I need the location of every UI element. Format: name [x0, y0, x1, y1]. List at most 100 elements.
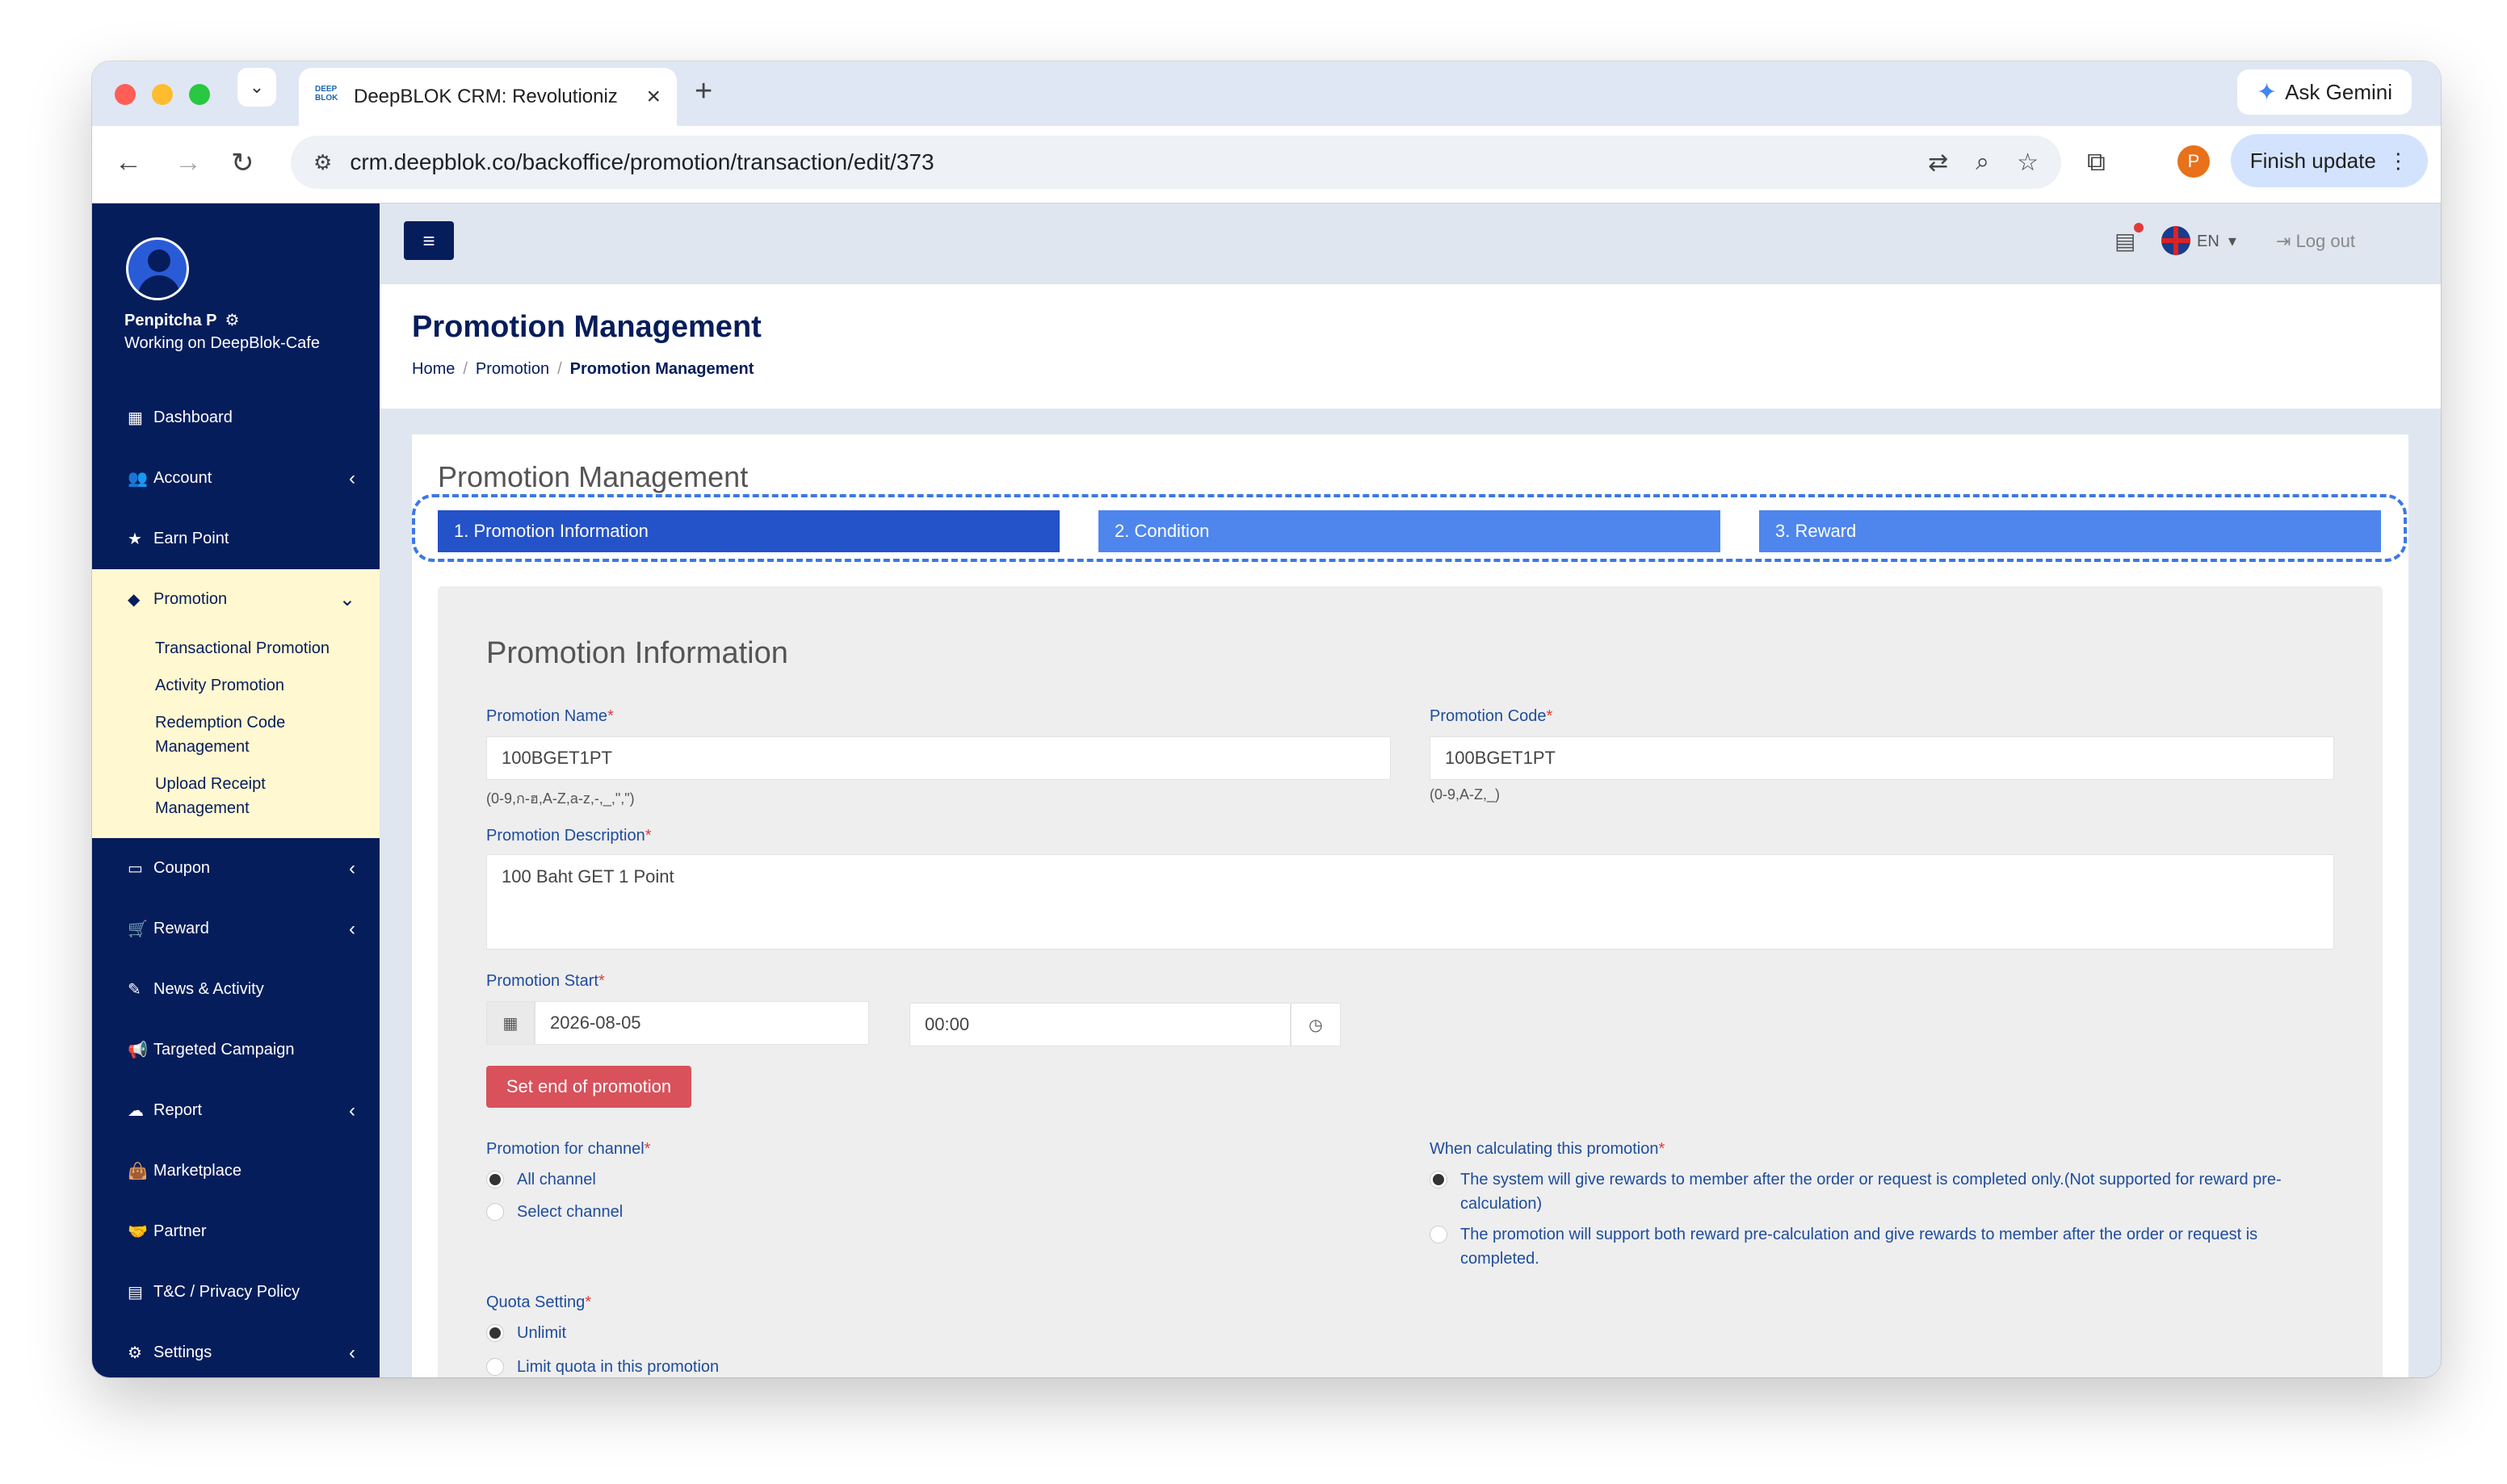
radio-label: The promotion will support both reward p…: [1460, 1226, 2258, 1268]
sidebar-item-partner[interactable]: 🤝 Partner: [92, 1201, 380, 1262]
promotion-description-label-text: Promotion Description: [486, 827, 645, 845]
calculation-label-text: When calculating this promotion: [1430, 1140, 1659, 1158]
promotion-code-input[interactable]: 100BGET1PT: [1430, 736, 2334, 780]
breadcrumb-promotion[interactable]: Promotion: [476, 360, 549, 378]
sidebar-item-marketplace[interactable]: 👜 Marketplace: [92, 1141, 380, 1201]
back-arrow-icon[interactable]: ←: [115, 147, 142, 178]
submenu-item-redemption-code[interactable]: Redemption Code Management: [92, 704, 380, 765]
submenu-item-activity-promotion[interactable]: Activity Promotion: [92, 667, 380, 704]
bookmark-star-icon[interactable]: ☆: [2017, 149, 2039, 177]
radio-calc-after-completion[interactable]: The system will give rewards to member a…: [1430, 1167, 2326, 1216]
breadcrumb-home[interactable]: Home: [412, 360, 455, 378]
calculation-label: When calculating this promotion*: [1430, 1140, 1665, 1158]
new-tab-button[interactable]: +: [695, 74, 712, 109]
sidebar-item-label: T&C / Privacy Policy: [153, 1283, 300, 1301]
site-info-icon[interactable]: ⚙: [313, 150, 332, 175]
profile-avatar[interactable]: P: [2177, 145, 2210, 178]
sidebar-item-reward[interactable]: 🛒 Reward ‹: [92, 899, 380, 959]
user-settings-gear-icon[interactable]: ⚙: [225, 312, 239, 329]
extensions-puzzle-icon[interactable]: ⧉: [2087, 147, 2106, 178]
sidebar-item-label: Marketplace: [153, 1162, 241, 1180]
step-condition[interactable]: 2. Condition: [1098, 510, 1720, 552]
radio-quota-limit[interactable]: Limit quota in this promotion: [486, 1355, 719, 1377]
radio-all-channel[interactable]: All channel: [486, 1167, 596, 1192]
sidebar-item-label: Account: [153, 469, 212, 487]
language-selector[interactable]: EN ▾: [2197, 231, 2236, 251]
zoom-icon[interactable]: ⌕: [1976, 149, 1989, 176]
user-avatar[interactable]: [126, 237, 189, 300]
newspaper-icon[interactable]: ▤: [2114, 223, 2144, 254]
url-text[interactable]: crm.deepblok.co/backoffice/promotion/tra…: [350, 149, 1900, 175]
sidebar-menu: ▦ Dashboard 👥 Account ‹ ★ Earn Point ◆ Promot…: [92, 388, 380, 1377]
promotion-start-label: Promotion Start*: [486, 972, 605, 990]
sidebar-item-targeted-campaign[interactable]: 📢 Targeted Campaign: [92, 1020, 380, 1080]
minimize-window-button[interactable]: [152, 84, 173, 105]
sidebar-item-promotion[interactable]: ◆ Promotion ⌄: [92, 569, 380, 630]
radio-quota-unlimit[interactable]: Unlimit: [486, 1321, 566, 1345]
sidebar-item-account[interactable]: 👥 Account ‹: [92, 448, 380, 509]
sidebar-item-label: Report: [153, 1101, 203, 1119]
radio-label: Limit quota in this promotion: [517, 1358, 720, 1376]
edit-icon: ✎: [128, 981, 141, 999]
reload-icon[interactable]: ↻: [231, 147, 254, 179]
sidebar-item-settings[interactable]: ⚙ Settings ‹: [92, 1323, 380, 1377]
main-area: ≡ ▤ EN ▾ ⇥ Log out Promotion Management …: [380, 203, 2441, 1377]
promotion-name-input[interactable]: 100BGET1PT: [486, 736, 1391, 780]
address-bar[interactable]: ⚙ crm.deepblok.co/backoffice/promotion/t…: [291, 136, 2061, 189]
submenu-item-transactional-promotion[interactable]: Transactional Promotion: [92, 630, 380, 667]
sidebar-item-coupon[interactable]: ▭ Coupon ‹: [92, 838, 380, 899]
sidebar-item-dashboard[interactable]: ▦ Dashboard: [92, 388, 380, 448]
logout-button[interactable]: ⇥ Log out: [2276, 231, 2355, 252]
promotion-name-hint: (0-9,ก-ฮ,A-Z,a-z,-,_,","): [486, 790, 635, 807]
chevron-down-icon: ⌄: [338, 589, 355, 610]
dashboard-icon: ▦: [128, 409, 143, 427]
promotion-code-label: Promotion Code*: [1430, 707, 1553, 725]
maximize-window-button[interactable]: [189, 84, 210, 105]
uk-flag-icon[interactable]: [2161, 226, 2190, 255]
clock-icon[interactable]: ◷: [1291, 1003, 1341, 1046]
more-vertical-icon: ⋮: [2387, 148, 2409, 173]
cart-icon: 🛒: [128, 920, 148, 938]
sidebar-item-news-activity[interactable]: ✎ News & Activity: [92, 959, 380, 1020]
calendar-icon[interactable]: ▦: [486, 1001, 535, 1045]
radio-circle[interactable]: [486, 1324, 504, 1342]
sidebar-item-label: Reward: [153, 920, 209, 937]
step-promotion-information[interactable]: 1. Promotion Information: [438, 510, 1060, 552]
radio-label: Select channel: [517, 1203, 624, 1221]
sidebar-item-tnc-privacy[interactable]: ▤ T&C / Privacy Policy: [92, 1262, 380, 1323]
sidebar-item-earn-point[interactable]: ★ Earn Point: [92, 509, 380, 569]
promotion-description-textarea[interactable]: 100 Baht GET 1 Point: [486, 854, 2334, 950]
quota-setting-label: Quota Setting*: [486, 1293, 592, 1311]
forward-arrow-icon[interactable]: →: [174, 147, 202, 178]
submenu-item-upload-receipt[interactable]: Upload Receipt Management: [92, 765, 380, 827]
ask-gemini-button[interactable]: ✦ Ask Gemini: [2236, 69, 2412, 115]
tab-search-button[interactable]: ⌄: [237, 68, 276, 107]
radio-calc-pre-calculation[interactable]: The promotion will support both reward p…: [1430, 1222, 2326, 1271]
translate-icon[interactable]: ⇄: [1928, 149, 1948, 177]
radio-circle[interactable]: [486, 1358, 504, 1376]
sidebar-item-label: Settings: [153, 1344, 212, 1361]
sidebar-item-report[interactable]: ☁ Report ‹: [92, 1080, 380, 1141]
step-reward[interactable]: 3. Reward: [1759, 510, 2381, 552]
logout-label: Log out: [2295, 231, 2355, 251]
promotion-start-date-input[interactable]: 2026-08-05: [535, 1001, 869, 1045]
browser-toolbar: ← → ↻ ⚙ crm.deepblok.co/backoffice/promo…: [92, 126, 2441, 203]
browser-tab[interactable]: DEEP BLOK DeepBLOK CRM: Revolutioniz ×: [299, 68, 677, 126]
radio-circle[interactable]: [486, 1171, 504, 1188]
radio-circle[interactable]: [486, 1203, 504, 1221]
radio-circle[interactable]: [1430, 1226, 1447, 1243]
finish-update-button[interactable]: Finish update ⋮: [2231, 134, 2428, 187]
close-tab-icon[interactable]: ×: [646, 83, 661, 111]
gemini-star-icon: ✦: [2256, 78, 2278, 106]
close-window-button[interactable]: [115, 84, 136, 105]
notification-badge: [2134, 223, 2144, 233]
set-end-of-promotion-button[interactable]: Set end of promotion: [486, 1066, 691, 1108]
promotion-start-time-input[interactable]: 00:00: [909, 1003, 1291, 1046]
radio-circle[interactable]: [1430, 1171, 1447, 1188]
hamburger-menu-icon[interactable]: ≡: [404, 221, 454, 260]
ask-gemini-label: Ask Gemini: [2285, 79, 2392, 104]
tab-title: DeepBLOK CRM: Revolutioniz: [354, 86, 618, 107]
browser-window: ⌄ DEEP BLOK DeepBLOK CRM: Revolutioniz ×…: [92, 61, 2441, 1377]
tab-bar: ⌄ DEEP BLOK DeepBLOK CRM: Revolutioniz ×…: [92, 61, 2441, 126]
radio-select-channel[interactable]: Select channel: [486, 1200, 623, 1224]
